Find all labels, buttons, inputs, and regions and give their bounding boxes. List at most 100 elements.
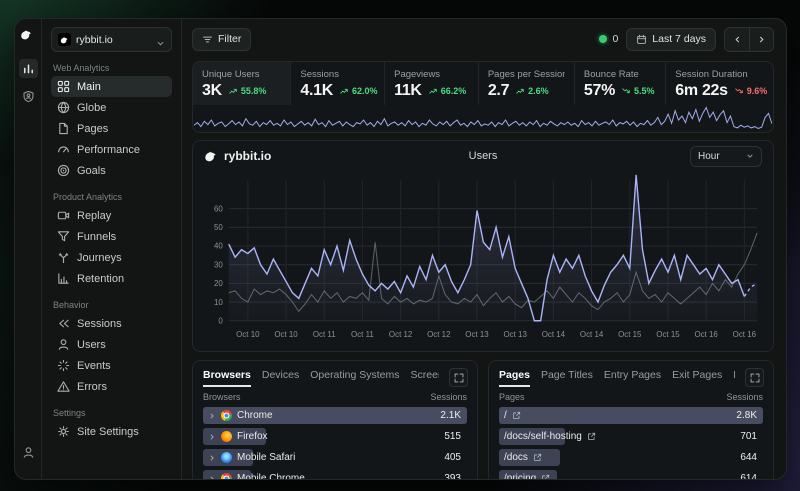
rail-analytics-button[interactable] — [19, 59, 38, 78]
table-row--docs[interactable]: /docs644 — [499, 449, 763, 466]
stat-delta: 66.2% — [429, 86, 467, 96]
date-range-button[interactable]: Last 7 days — [626, 28, 716, 51]
chart-brand: rybbit.io — [204, 149, 271, 163]
external-link-icon[interactable] — [587, 432, 596, 441]
next-period-button[interactable] — [749, 28, 773, 51]
video-icon — [57, 209, 70, 222]
sidebar-item-performance[interactable]: Performance — [51, 139, 172, 160]
external-link-icon[interactable] — [541, 474, 550, 479]
rewind-icon — [57, 317, 70, 330]
trendup-icon — [516, 87, 526, 95]
funnel-icon — [57, 230, 70, 243]
stat-label: Unique Users — [202, 69, 281, 80]
sidebar-item-sessions[interactable]: Sessions — [51, 313, 172, 334]
table-row--pricing[interactable]: /pricing614 — [499, 470, 763, 479]
expand-browsers-button[interactable] — [449, 368, 468, 387]
svg-text:0: 0 — [218, 315, 223, 325]
sidebar-item-label: Main — [77, 81, 101, 93]
table-row-firefox[interactable]: Firefox515 — [203, 428, 467, 445]
chevron-right-icon[interactable] — [208, 412, 216, 420]
prev-period-button[interactable] — [725, 28, 749, 51]
svg-text:Oct 12: Oct 12 — [427, 329, 451, 339]
column-header-right: Sessions — [430, 392, 467, 402]
rail-shield-button[interactable] — [19, 87, 38, 106]
tab-browsers[interactable]: Browsers — [203, 369, 251, 387]
sidebar-item-label: Funnels — [77, 231, 116, 243]
stat-card-sessions[interactable]: Sessions 4.1K 62.0% — [291, 62, 385, 105]
external-link-icon[interactable] — [512, 411, 521, 420]
sidebar-item-pages[interactable]: Pages — [51, 118, 172, 139]
tab-exit-pages[interactable]: Exit Pages — [672, 369, 722, 385]
user-icon — [57, 338, 70, 351]
live-dot-icon — [599, 35, 607, 43]
date-pager — [724, 27, 774, 52]
filter-button[interactable]: Filter — [192, 28, 251, 51]
external-link-icon[interactable] — [533, 453, 542, 462]
stat-card-pageviews[interactable]: Pageviews 11K 66.2% — [385, 62, 479, 105]
users-line-chart[interactable]: 0102030405060Oct 10Oct 10Oct 11Oct 11Oct… — [193, 171, 773, 351]
tab-hostnames[interactable]: Hostnames — [733, 369, 735, 385]
stat-delta: 5.5% — [622, 86, 655, 96]
sidebar-item-globe[interactable]: Globe — [51, 97, 172, 118]
row-label: Mobile Chrome — [237, 473, 305, 479]
expand-pages-button[interactable] — [745, 368, 764, 387]
target-icon — [57, 164, 70, 177]
sidebar-item-goals[interactable]: Goals — [51, 160, 172, 181]
user-icon — [57, 338, 70, 351]
table-row-mobile-chrome[interactable]: Mobile Chrome393 — [203, 470, 467, 479]
svg-text:Oct 10: Oct 10 — [274, 329, 298, 339]
interval-select[interactable]: Hour — [690, 146, 762, 167]
stat-card-bounce-rate[interactable]: Bounce Rate 57% 5.5% — [575, 62, 666, 105]
sidebar-item-users[interactable]: Users — [51, 334, 172, 355]
chevron-right-icon[interactable] — [208, 454, 216, 462]
trenddown-icon — [735, 87, 745, 95]
section-label-product-analytics: Product Analytics — [53, 192, 172, 202]
sidebar-item-retention[interactable]: Retention — [51, 268, 172, 289]
tab-page-titles[interactable]: Page Titles — [541, 369, 593, 385]
stat-value: 4.1K — [300, 82, 333, 100]
sidebar-item-label: Journeys — [77, 252, 122, 264]
rail-account-button[interactable] — [19, 443, 38, 462]
gauge-icon — [57, 143, 70, 156]
chevron-down-icon — [746, 152, 754, 160]
row-label: /docs — [504, 452, 528, 463]
table-row--docs-self-hosting[interactable]: /docs/self-hosting701 — [499, 428, 763, 445]
chevron-right-icon[interactable] — [208, 475, 216, 480]
trendup-icon — [340, 87, 350, 95]
tab-pages[interactable]: Pages — [499, 369, 530, 387]
sidebar-item-journeys[interactable]: Journeys — [51, 247, 172, 268]
column-header-left: Pages — [499, 392, 525, 402]
svg-text:Oct 13: Oct 13 — [465, 329, 489, 339]
table-row-mobile-safari[interactable]: Mobile Safari405 — [203, 449, 467, 466]
stat-label: Session Duration — [675, 69, 764, 80]
live-count: 0 — [612, 33, 618, 45]
row-label: /pricing — [504, 473, 536, 479]
sidebar-item-replay[interactable]: Replay — [51, 205, 172, 226]
split-icon — [57, 251, 70, 264]
stat-card-session-duration[interactable]: Session Duration 6m 22s 9.6% — [666, 62, 773, 105]
tab-screen-dimensions[interactable]: Screen Dimensions — [411, 369, 439, 385]
site-selector[interactable]: rybbit.io — [51, 27, 172, 52]
sidebar-item-label: Globe — [77, 102, 106, 114]
trenddown-icon — [622, 87, 632, 95]
svg-text:Oct 13: Oct 13 — [504, 329, 528, 339]
row-value: 515 — [444, 428, 461, 445]
overview-sparkline[interactable] — [193, 105, 773, 132]
sidebar-item-site-settings[interactable]: Site Settings — [51, 421, 172, 442]
live-visitors: 0 — [599, 33, 618, 45]
table-row-chrome[interactable]: Chrome2.1K — [203, 407, 467, 424]
svg-text:20: 20 — [214, 278, 223, 288]
stat-delta: 9.6% — [735, 86, 768, 96]
table-row--[interactable]: /2.8K — [499, 407, 763, 424]
tab-entry-pages[interactable]: Entry Pages — [604, 369, 661, 385]
split-icon — [57, 251, 70, 264]
tab-devices[interactable]: Devices — [262, 369, 299, 385]
sidebar-item-funnels[interactable]: Funnels — [51, 226, 172, 247]
stat-card-unique-users[interactable]: Unique Users 3K 55.8% — [193, 62, 291, 105]
sidebar-item-events[interactable]: Events — [51, 355, 172, 376]
sidebar-item-errors[interactable]: Errors — [51, 376, 172, 397]
sidebar-item-main[interactable]: Main — [51, 76, 172, 97]
chevron-right-icon[interactable] — [208, 433, 216, 441]
stat-card-pages-per-session[interactable]: Pages per Session 2.7 2.6% — [479, 62, 575, 105]
tab-operating-systems[interactable]: Operating Systems — [310, 369, 399, 385]
